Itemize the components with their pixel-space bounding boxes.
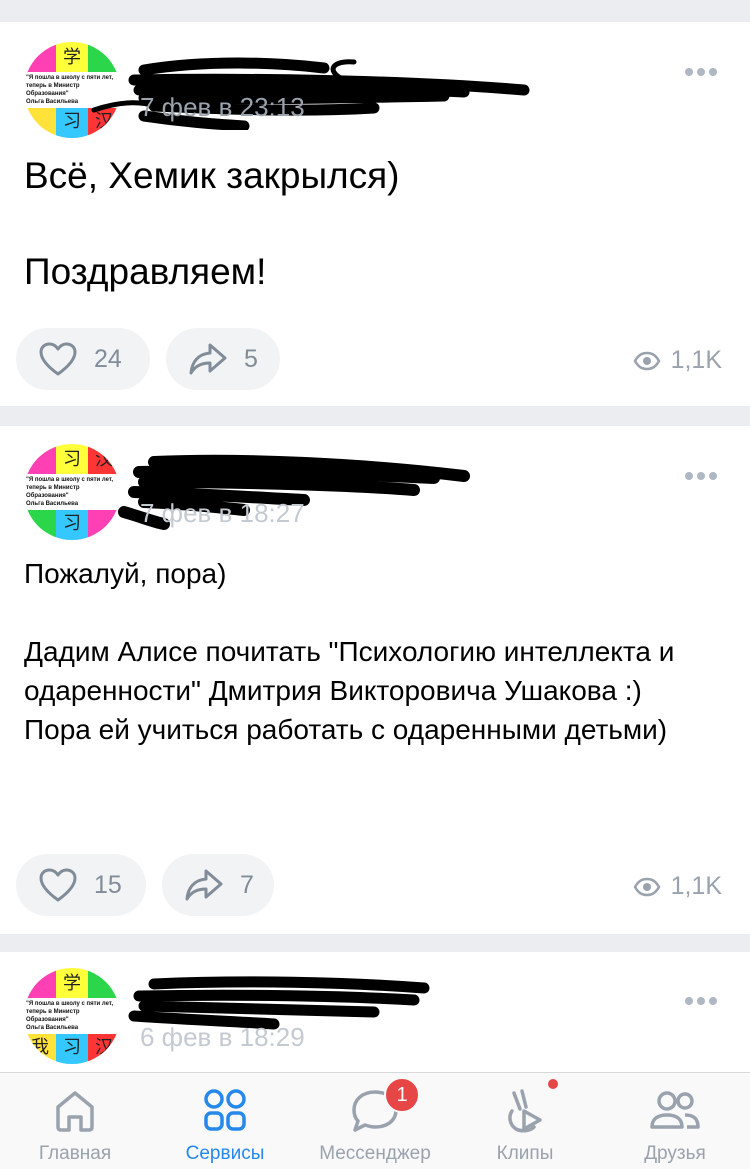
post-text: Пожалуй, пора) Дадим Алисе почитать "Пси… [24, 558, 675, 745]
post-card: 习 汉 习 "Я пошла в школу с пяти лет, тепер… [0, 426, 750, 934]
post-date: 7 фев в 18:27 [140, 498, 305, 528]
tab-messenger[interactable]: 1 Мессенджер [300, 1073, 450, 1169]
tab-friends[interactable]: Друзья [600, 1073, 750, 1169]
tab-home[interactable]: Главная [0, 1073, 150, 1169]
views-count: 1,1K [670, 872, 722, 900]
more-icon[interactable] [684, 471, 718, 481]
like-count: 15 [94, 870, 122, 899]
post-date: 6 фев в 18:29 [140, 1022, 305, 1052]
eye-icon [633, 351, 661, 370]
share-button[interactable]: 5 [166, 328, 280, 390]
tab-label: Сервисы [185, 1143, 265, 1164]
share-count: 5 [244, 344, 258, 373]
new-clips-dot [548, 1079, 558, 1089]
like-button[interactable]: 15 [16, 854, 146, 916]
tab-clips[interactable]: Клипы [450, 1073, 600, 1169]
tab-label: Друзья [644, 1143, 706, 1164]
friends-icon [650, 1091, 700, 1129]
post-date: 7 фев в 23:13 [140, 92, 305, 122]
share-icon [185, 869, 223, 901]
share-icon [189, 343, 227, 375]
heart-icon [39, 868, 77, 902]
post-card: 学 我 习 汉 "Я пошла в школу с пяти лет, теп… [0, 952, 750, 1072]
heart-icon [39, 342, 77, 376]
tab-label: Главная [38, 1143, 112, 1164]
post-card: 学 习 汉 "Я пошла в школу с пяти лет, тепер… [0, 22, 750, 406]
post-header: 学 我 习 汉 "Я пошла в школу с пяти лет, теп… [24, 952, 750, 1072]
services-icon [204, 1089, 246, 1131]
unread-badge: 1 [384, 1077, 420, 1113]
tab-label: Мессенджер [319, 1143, 431, 1164]
share-count: 7 [240, 870, 254, 899]
tab-label: Клипы [496, 1143, 554, 1164]
home-icon [56, 1091, 94, 1132]
views-counter: 1,1K [633, 346, 722, 375]
share-button[interactable]: 7 [162, 854, 274, 916]
views-counter: 1,1K [633, 872, 722, 901]
clips-icon [508, 1089, 542, 1133]
more-icon[interactable] [684, 67, 718, 77]
tab-services[interactable]: Сервисы [150, 1073, 300, 1169]
bottom-tab-bar: Главная Сервисы 1 Мессенджер Клипы Друзь… [0, 1072, 750, 1169]
news-feed: 学 习 汉 "Я пошла в школу с пяти лет, тепер… [0, 0, 750, 1169]
post-header: 学 习 汉 "Я пошла в школу с пяти лет, тепер… [24, 22, 750, 142]
views-count: 1,1K [670, 346, 722, 374]
post-header: 习 汉 习 "Я пошла в школу с пяти лет, тепер… [24, 426, 750, 546]
like-count: 24 [94, 344, 122, 373]
more-icon[interactable] [684, 996, 718, 1006]
post-text: Всё, Хемик закрылся) Поздравляем! [24, 155, 400, 292]
eye-icon [633, 877, 661, 896]
like-button[interactable]: 24 [16, 328, 150, 390]
